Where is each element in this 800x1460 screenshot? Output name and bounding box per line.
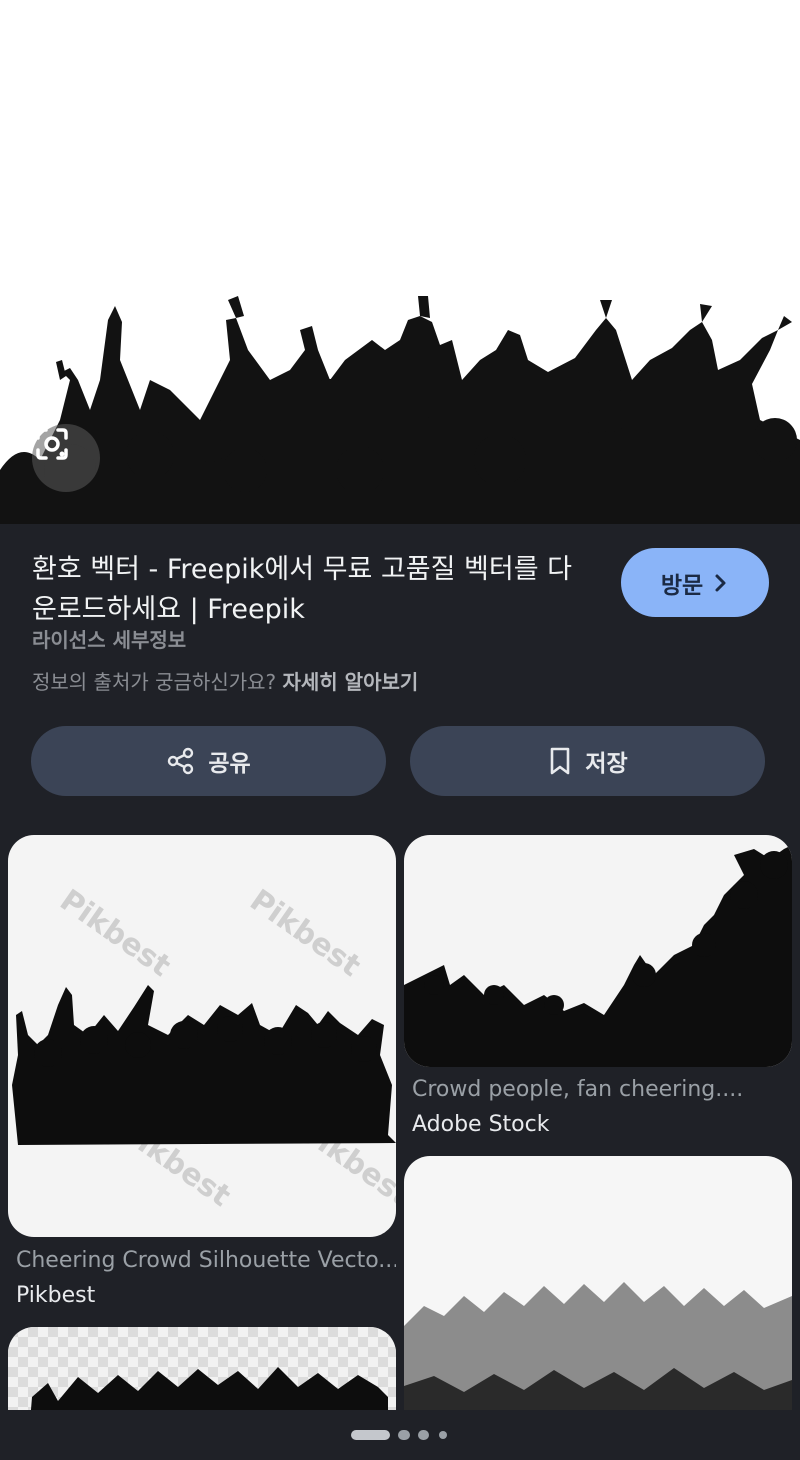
google-lens-button[interactable] [32,424,100,492]
camera-lens-icon [36,428,68,460]
crowd-silhouette-image [404,845,792,1067]
source-question: 정보의 출처가 궁금하신가요? [32,670,277,694]
crowd-silhouette-image [0,296,800,524]
related-image-card[interactable]: Pikbest Pikbest Pikbest Pikbest [8,835,396,1237]
page-dot[interactable] [418,1430,429,1440]
visit-button[interactable]: 방문 [621,548,769,617]
related-caption[interactable]: Crowd people, fan cheering.... [412,1077,792,1102]
page-indicator-bar [0,1410,800,1460]
image-info-panel: 환호 벡터 - Freepik에서 무료 고품질 벡터를 다운로드하세요 | F… [0,524,800,814]
learn-more-link[interactable]: 자세히 알아보기 [283,670,419,694]
share-button[interactable]: 공유 [31,726,386,796]
watermark-text: Pikbest [243,883,366,984]
related-image-card[interactable] [404,1156,792,1446]
visit-label: 방문 [660,572,704,599]
save-label: 저장 [585,751,628,777]
watermark-text: Pikbest [53,883,176,984]
page-dot[interactable] [439,1431,447,1439]
main-image[interactable] [0,0,800,524]
share-label: 공유 [208,751,251,777]
save-button[interactable]: 저장 [410,726,765,796]
crowd-silhouette-image: Pikbest Pikbest Pikbest Pikbest [12,883,396,1214]
crowd-silhouette-image [404,1282,792,1446]
related-source[interactable]: Adobe Stock [412,1112,549,1137]
related-source[interactable]: Pikbest [16,1283,95,1308]
chevron-right-icon [715,574,726,591]
license-details-link[interactable]: 라이선스 세부정보 [32,624,186,653]
related-image-card[interactable] [404,835,792,1067]
source-info-text: 정보의 출처가 궁금하신가요? 자세히 알아보기 [32,666,418,695]
result-title[interactable]: 환호 벡터 - Freepik에서 무료 고품질 벡터를 다운로드하세요 | F… [32,550,592,630]
page-dot-active[interactable] [351,1430,390,1440]
bookmark-icon [551,747,570,775]
page-dot[interactable] [398,1430,410,1440]
related-caption[interactable]: Cheering Crowd Silhouette Vecto... [16,1248,396,1273]
share-icon [168,747,194,775]
